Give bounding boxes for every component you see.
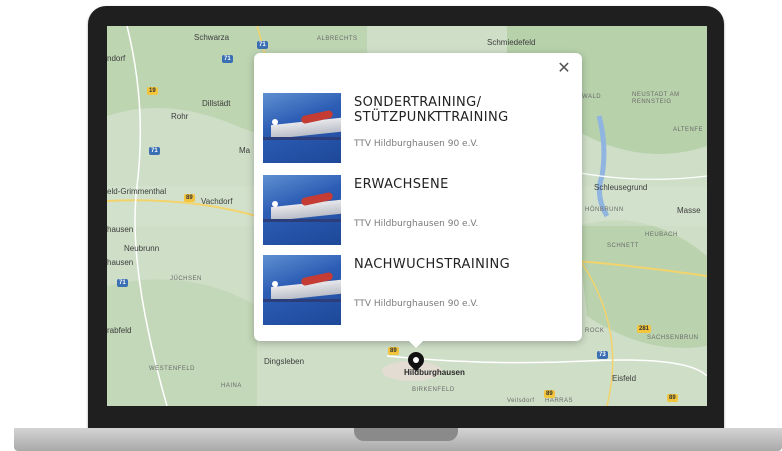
map-label-sachsenbrunn: SACHSENBRUN [647,335,699,341]
map-label-masserberg: Masse [677,206,701,215]
event-item[interactable]: SONDERTRAINING/ STÜTZPUNKTTRAINING TTV H… [263,93,568,165]
map-label-vachdorf: Vachdorf [201,197,233,206]
map-label-haina: HAINA [221,383,242,389]
map-label-schoenbrunn: HÖNBRUNN [585,207,624,213]
event-thumbnail[interactable] [263,175,341,245]
map-label-rohr: Rohr [171,112,189,121]
map-label-heubach: HEUBACH [645,232,678,238]
map-label-hausen-1: hausen [107,225,134,234]
map-label-rock: ROCK [585,328,605,334]
map-label-eisfeld: Eisfeld [612,374,637,383]
event-item[interactable]: ERWACHSENE TTV Hildburghausen 90 e.V. [263,175,568,247]
map-label-rabfeld: rabfeld [107,326,132,335]
map-label-schmiedefeld: Schmiedefeld [487,38,536,47]
map-label-ndorf: ndorf [107,54,126,63]
laptop-notch [354,428,458,441]
event-thumbnail[interactable] [263,255,341,325]
popup-pointer [407,339,425,348]
event-title[interactable]: NACHWUCHSTRAINING [354,257,564,272]
map-label-schnett: SCHNETT [607,243,639,249]
road-shield: 71 [117,279,128,287]
event-club: TTV Hildburghausen 90 e.V. [354,299,479,309]
map-view[interactable]: Schwarza ALBRECHTS Schmiedefeld ndorf Di… [107,26,707,406]
map-label-birkenfeld: BIRKENFELD [412,387,455,393]
map-label-schleusegrund: Schleusegrund [594,183,648,192]
map-label-schwarza: Schwarza [194,33,230,42]
road-shield: 281 [637,325,652,333]
map-label-hausen-2: hausen [107,258,134,267]
road-shield: 89 [667,394,678,402]
map-label-albrechts: ALBRECHTS [317,36,358,42]
event-title[interactable]: SONDERTRAINING/ STÜTZPUNKTTRAINING [354,95,564,125]
road-shield: 19 [147,87,158,95]
map-label-ma: Ma [239,146,251,155]
map-label-harras: HARRAS [545,398,574,404]
map-label-wald: WALD [582,94,602,100]
road-shield: 71 [149,147,160,155]
event-club: TTV Hildburghausen 90 e.V. [354,219,479,229]
events-popup: ✕ SONDERTRAINING/ STÜTZPUNKTTRAINING TTV… [254,53,582,341]
map-label-dillstaedt: Dillstädt [202,99,231,108]
close-icon[interactable]: ✕ [556,61,572,77]
event-club: TTV Hildburghausen 90 e.V. [354,139,479,149]
road-shield: 71 [257,41,268,49]
event-title[interactable]: ERWACHSENE [354,177,564,192]
map-label-westenfeld: WESTENFELD [149,366,196,372]
map-label-juechsen: JÜCHSEN [170,276,202,282]
event-item[interactable]: NACHWUCHSTRAINING TTV Hildburghausen 90 … [263,255,568,327]
road-shield: 71 [222,55,233,63]
map-label-veilsdorf: Veilsdorf [507,398,535,404]
road-shield: 89 [184,194,195,202]
road-shield: 89 [388,347,399,355]
map-label-neustadt: NEUSTADT AM RENNSTEIG [632,92,680,105]
map-label-altenfeld: ALTENFE [673,127,704,133]
map-label-grimmenthal: eld-Grimmenthal [107,187,167,196]
map-label-neubrunn: Neubrunn [124,244,160,253]
road-shield: 73 [597,351,608,359]
event-thumbnail[interactable] [263,93,341,163]
map-label-dingsleben: Dingsleben [264,357,305,366]
road-shield: 89 [544,390,555,398]
